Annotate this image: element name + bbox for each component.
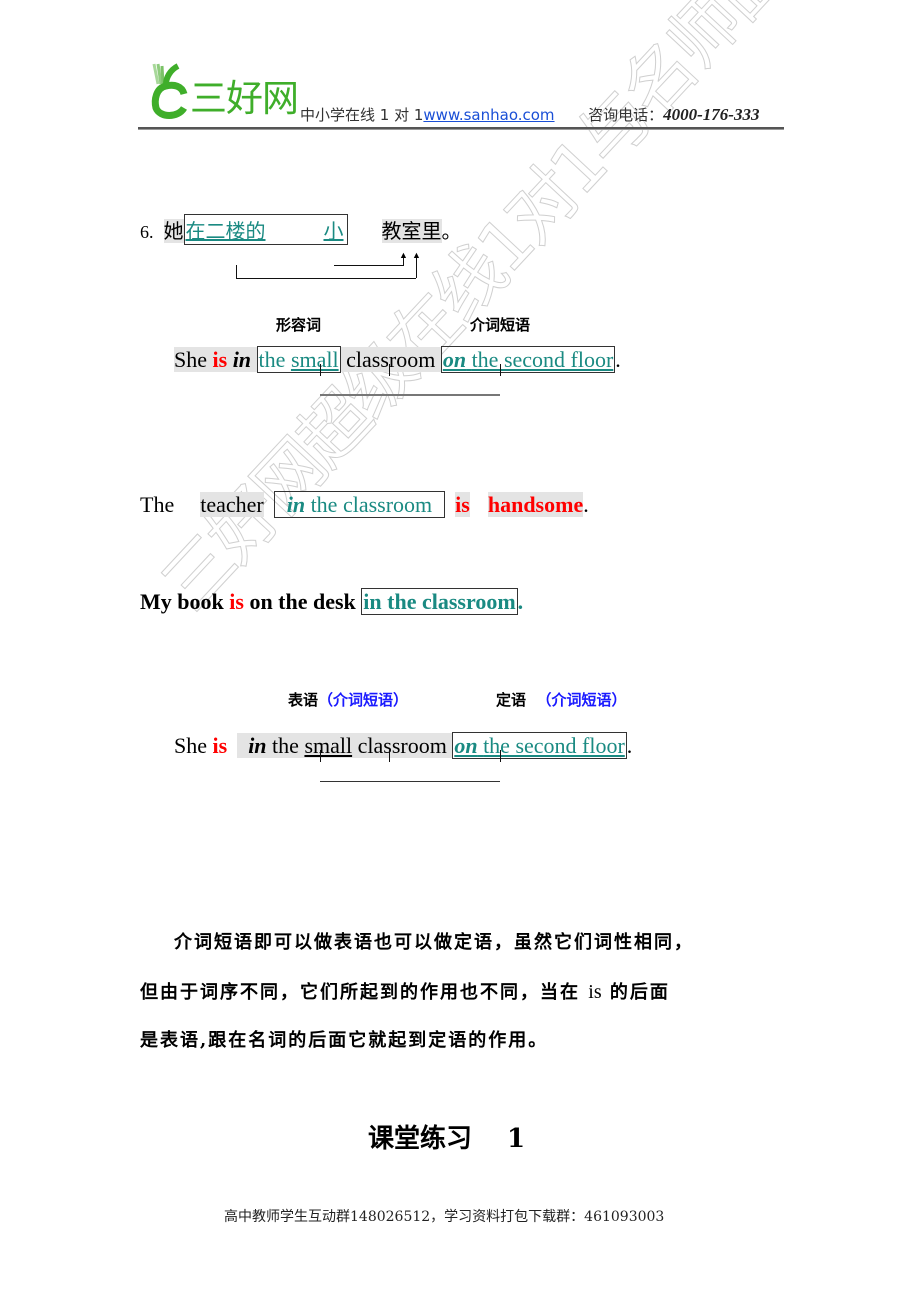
noun-classroom: classroom <box>357 733 447 758</box>
period: . <box>615 347 621 372</box>
note-text: 但由于词序不同，它们所起到的作用也不同，当在 <box>140 982 580 1003</box>
adjective-box: the small <box>256 346 341 373</box>
header-info: 中小学在线 1 对 1www.sanhao.com 咨询电话：4000-176-… <box>300 104 759 125</box>
arrow-line <box>416 257 417 278</box>
prep-in: in <box>286 492 306 517</box>
label-prep-phrase: 介词短语 <box>470 316 531 334</box>
label-paren: （介词短语） <box>536 691 627 709</box>
ex6-period: 。 <box>441 219 462 243</box>
ex6-subject: 她 <box>163 219 184 243</box>
label-text: 定语 <box>496 691 527 709</box>
logo: 三好网 <box>148 60 299 122</box>
website-link[interactable]: www.sanhao.com <box>423 106 554 124</box>
prep-phrase-box: on the second floor <box>440 346 616 373</box>
connector-tick <box>500 750 501 762</box>
prep-object: the classroom <box>310 492 433 517</box>
sentence-3: My book is on the desk in the classroom. <box>140 588 524 615</box>
note-text: 的后面 <box>609 982 670 1003</box>
logo-text: 三好网 <box>190 77 299 120</box>
verb-is: is <box>455 492 470 517</box>
sentence-4: She is in the small classroom on the sec… <box>174 732 633 759</box>
connector-tick <box>389 364 390 376</box>
ex6-adjective: 小 <box>323 219 344 243</box>
footer-text: 高中教师学生互动群148026512，学习资料打包下载群：461093003 <box>224 1209 665 1225</box>
logo-icon <box>151 63 188 119</box>
label-predicative: 表语（介词短语） <box>288 689 408 710</box>
word: She <box>174 733 207 758</box>
example-6: 6. 她在二楼的 小 教室里。 <box>140 214 462 245</box>
note-line-3: 是表语,跟在名词的后面它就起到定语的作用。 <box>140 1030 549 1051</box>
prep-in: in <box>232 347 252 372</box>
label-paren: （介词短语） <box>318 691 409 709</box>
prep-object: the second floor <box>471 347 614 372</box>
word: the <box>272 733 299 758</box>
tagline: 中小学在线 1 对 1 <box>300 106 424 124</box>
connector-tick <box>320 750 321 762</box>
noun-classroom: classroom <box>346 347 436 372</box>
noun-teacher: teacher <box>200 492 264 517</box>
verb-is: is <box>212 347 228 372</box>
phone-label: 咨询电话： <box>588 106 664 124</box>
word: She <box>174 347 207 372</box>
section-title: 课堂练习 1 <box>368 1124 526 1154</box>
attributive-box: on the second floor <box>452 732 627 759</box>
predicative: on the desk <box>249 589 356 614</box>
note-line-1: 介词短语即可以做表语也可以做定语，虽然它们词性相同， <box>174 932 694 953</box>
verb-is: is <box>229 589 244 614</box>
connector-tick <box>320 364 321 376</box>
connector-tick <box>389 750 390 762</box>
period: . <box>583 492 589 517</box>
label-text: 表语 <box>288 691 319 709</box>
label-adjective: 形容词 <box>276 316 322 334</box>
verb-is: is <box>212 733 228 758</box>
phone-number: 4000-176-333 <box>663 105 760 124</box>
connector-line <box>320 394 500 396</box>
adjective-small: small <box>304 733 353 758</box>
adjective-small: small <box>290 347 339 372</box>
word: The <box>140 492 175 517</box>
sentence-1: She is in the small classroom on the sec… <box>174 346 621 373</box>
ex6-modifier-box: 在二楼的 小 <box>183 214 348 245</box>
ex6-prep-phrase: 在二楼的 <box>185 219 266 243</box>
arrow-head-icon: ▲ <box>399 250 408 260</box>
example-number: 6. <box>140 222 154 242</box>
arrow-line <box>236 265 237 278</box>
note-is: is <box>588 981 602 1003</box>
word: the <box>258 347 286 372</box>
sentence-2: The teacher in the classroom is handsome. <box>140 491 589 518</box>
arrow-line <box>236 278 416 279</box>
period: . <box>517 589 524 614</box>
note-line-2: 但由于词序不同，它们所起到的作用也不同，当在 is 的后面 <box>140 978 670 1004</box>
prep-phrase-box: in the classroom <box>273 491 446 518</box>
ex6-noun: 教室里 <box>381 219 442 243</box>
prep-on: on <box>454 733 478 758</box>
header-divider <box>138 127 784 130</box>
arrow-head-icon: ▲ <box>412 250 421 260</box>
prep-object: the second floor <box>483 733 625 758</box>
connector-tick <box>500 364 501 376</box>
label-attributive: 定语 （介词短语） <box>496 689 626 710</box>
prep-in: in <box>248 733 267 758</box>
prep-on: on <box>442 347 467 372</box>
attributive-box: in the classroom <box>361 588 518 615</box>
connector-line <box>320 781 500 782</box>
subject: My book <box>140 589 224 614</box>
predicative-handsome: handsome <box>487 492 584 517</box>
arrow-line <box>334 265 404 266</box>
period: . <box>626 733 633 758</box>
